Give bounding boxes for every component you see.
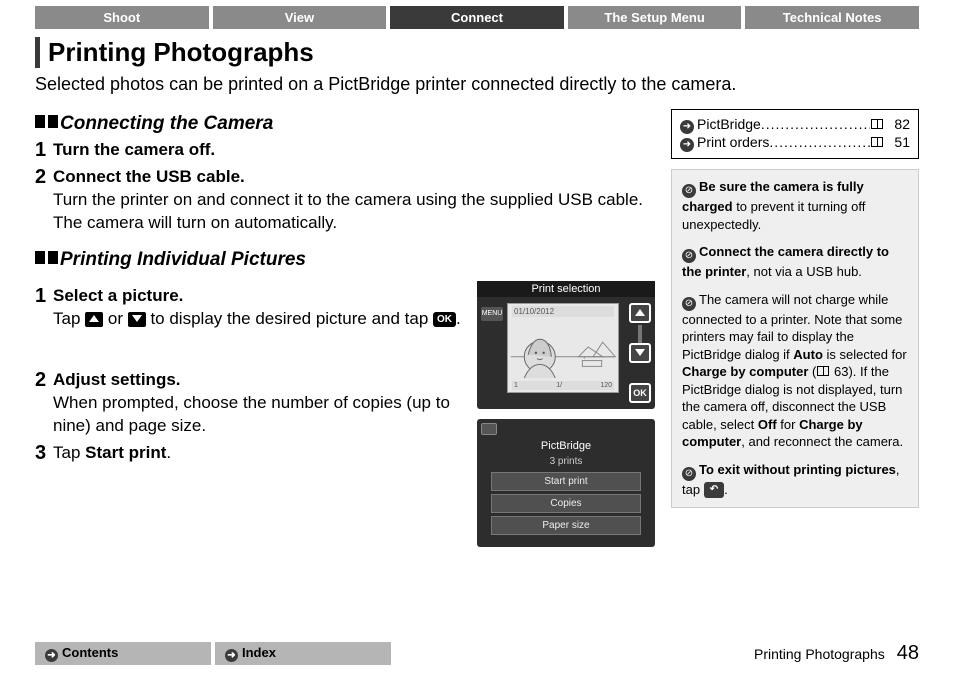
screen-title: Print selection: [477, 281, 655, 297]
step-number: 1: [35, 139, 53, 162]
book-icon: [871, 119, 883, 129]
caution-icon: ⊘: [682, 467, 696, 481]
arrow-right-icon: ➜: [225, 649, 238, 662]
step-number: 2: [35, 166, 53, 189]
step-label: Connect the USB cable.: [53, 167, 245, 186]
page-footer: ➜Contents ➜Index Printing Photographs 48: [35, 642, 919, 665]
intro-text: Selected photos can be printed on a Pict…: [35, 74, 919, 95]
tab-shoot[interactable]: Shoot: [35, 6, 209, 29]
camera-screen-pictbridge: PictBridge 3 prints Start print Copies P…: [477, 419, 655, 547]
footer-contents-button[interactable]: ➜Contents: [35, 642, 211, 665]
tab-setup[interactable]: The Setup Menu: [568, 6, 742, 29]
ref-page: 82: [884, 116, 910, 132]
option-paper-size[interactable]: Paper size: [491, 516, 641, 535]
menu-button[interactable]: MENU: [481, 307, 503, 321]
step-number: 2: [35, 369, 53, 392]
caution-icon: ⊘: [682, 184, 696, 198]
tab-connect[interactable]: Connect: [390, 6, 564, 29]
book-icon: [817, 366, 829, 376]
caution-icon: ⊘: [682, 249, 696, 263]
section-printing: Printing Individual Pictures: [35, 249, 657, 271]
back-icon[interactable]: [481, 423, 497, 435]
arrow-right-icon: ➜: [45, 649, 58, 662]
book-icon: [871, 137, 883, 147]
preview-image: 01/10/2012: [507, 303, 619, 393]
step-label: Adjust settings.: [53, 370, 181, 389]
option-start-print[interactable]: Start print: [491, 472, 641, 491]
tab-bar: Shoot View Connect The Setup Menu Techni…: [35, 0, 919, 29]
step-number: 3: [35, 442, 53, 465]
page-title: Printing Photographs: [35, 37, 919, 68]
section-connecting: Connecting the Camera: [35, 113, 657, 135]
step-text: When prompted, choose the number of copi…: [53, 393, 450, 435]
step-label: Select a picture.: [53, 286, 183, 305]
footer-index-button[interactable]: ➜Index: [215, 642, 391, 665]
scroll-track-icon: [638, 325, 642, 343]
option-copies[interactable]: Copies: [491, 494, 641, 513]
page-number: 48: [897, 642, 919, 665]
step-number: 1: [35, 285, 53, 308]
screen-title: PictBridge: [481, 438, 651, 454]
camera-screen-print-selection: Print selection MENU 01/10/2012: [477, 281, 655, 409]
footer-section-title: Printing Photographs: [754, 646, 885, 662]
preview-date: 01/10/2012: [512, 306, 614, 317]
scroll-down-button[interactable]: [629, 343, 651, 363]
tab-tech[interactable]: Technical Notes: [745, 6, 919, 29]
caution-icon: ⊘: [682, 297, 696, 311]
scroll-up-button[interactable]: [629, 303, 651, 323]
down-icon: [128, 312, 146, 328]
ok-button[interactable]: OK: [629, 383, 651, 403]
arrow-right-icon: ➜: [680, 138, 694, 152]
ref-label[interactable]: Print orders: [697, 134, 769, 150]
cross-reference-box: ➜ PictBridge ...........................…: [671, 109, 919, 159]
back-button-icon: ↶: [704, 482, 724, 498]
screen-subtitle: 3 prints: [481, 454, 651, 469]
step-label: Turn the camera off.: [53, 140, 215, 159]
arrow-right-icon: ➜: [680, 120, 694, 134]
ok-icon: OK: [433, 312, 456, 328]
ref-label[interactable]: PictBridge: [697, 116, 761, 132]
tab-view[interactable]: View: [213, 6, 387, 29]
ref-page: 51: [884, 134, 910, 150]
tips-box: ⊘Be sure the camera is fully charged to …: [671, 169, 919, 508]
up-icon: [85, 312, 103, 328]
step-text: Turn the printer on and connect it to th…: [53, 190, 643, 232]
